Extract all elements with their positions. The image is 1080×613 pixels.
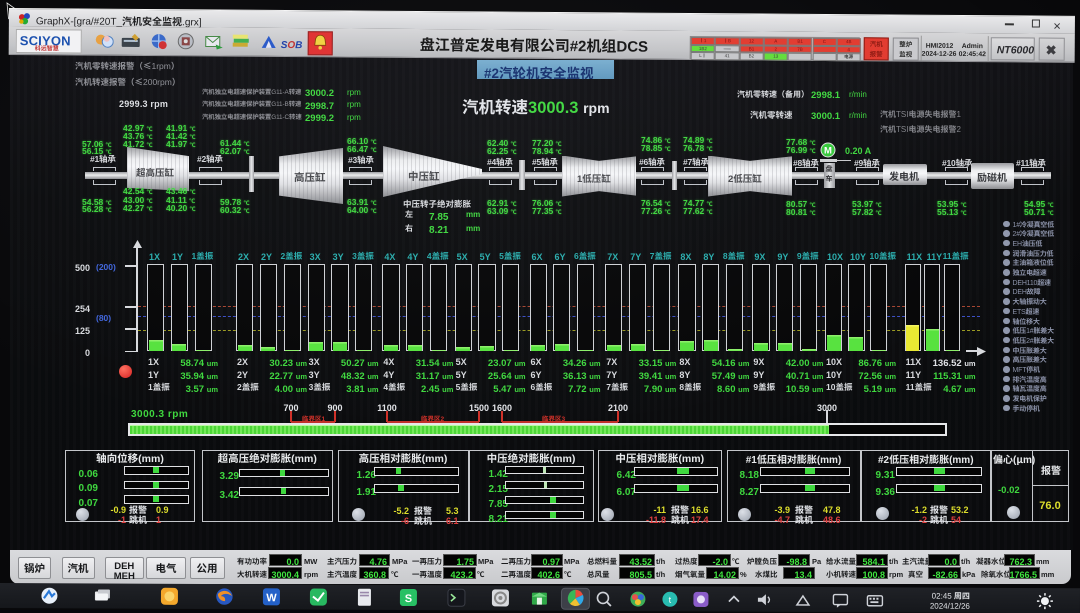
svg-text:S: S [405, 590, 412, 606]
svg-text:W: W [266, 589, 277, 605]
svg-text:M: M [824, 143, 832, 157]
